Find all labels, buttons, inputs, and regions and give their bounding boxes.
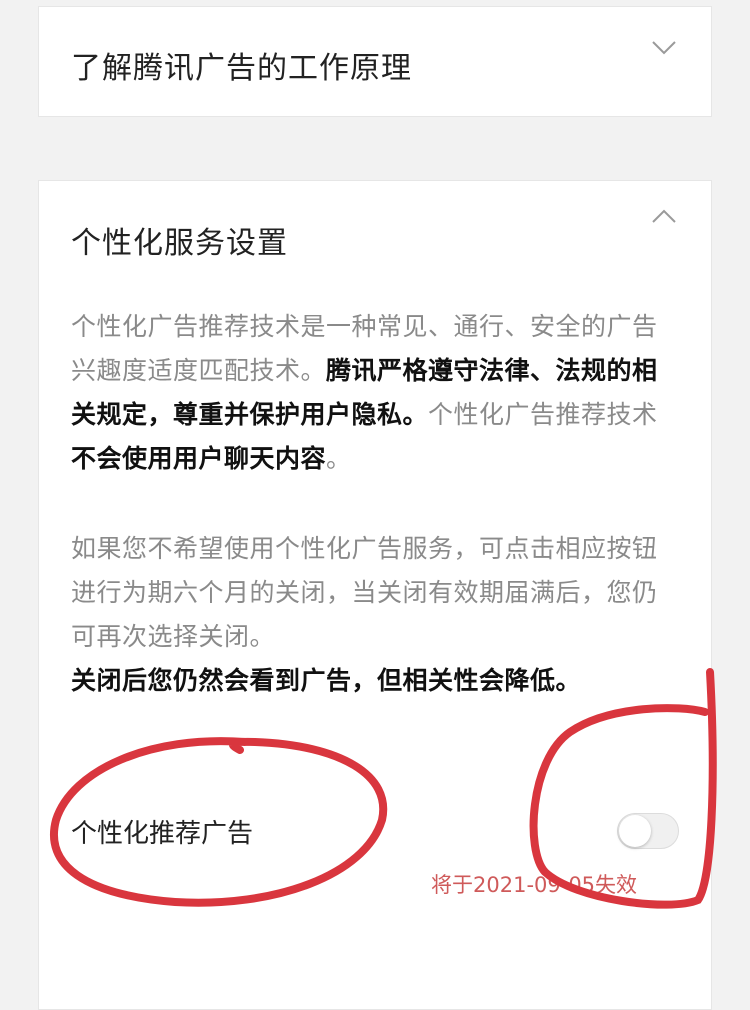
description-text-c: 个性化广告推荐技术 xyxy=(428,400,658,429)
section-title-personalization: 个性化服务设置 xyxy=(71,226,288,261)
section-personalization-settings: 个性化服务设置 个性化广告推荐技术是一种常见、通行、安全的广告兴趣度适度匹配技术… xyxy=(38,180,712,1010)
expire-date-note: 将于2021-09-05失效 xyxy=(431,873,638,897)
section-how-tencent-ads-work[interactable]: 了解腾讯广告的工作原理 xyxy=(38,6,712,117)
personalization-description: 个性化广告推荐技术是一种常见、通行、安全的广告兴趣度适度匹配技术。腾讯严格遵守法… xyxy=(71,305,681,481)
opt-out-explanation: 如果您不希望使用个性化广告服务，可点击相应按钮进行为期六个月的关闭，当关闭有效期… xyxy=(71,534,658,651)
chevron-down-icon[interactable] xyxy=(651,39,677,57)
opt-out-warning: 关闭后您仍然会看到广告，但相关性会降低。 xyxy=(71,666,582,695)
personalized-ads-toggle-label: 个性化推荐广告 xyxy=(71,819,254,849)
description-text-e: 。 xyxy=(326,444,352,473)
section-title-how-it-works: 了解腾讯广告的工作原理 xyxy=(71,51,412,86)
personalized-ads-toggle[interactable] xyxy=(617,813,679,849)
chevron-up-icon[interactable] xyxy=(651,207,677,225)
toggle-knob xyxy=(619,815,651,847)
description-bold-no-chat: 不会使用用户聊天内容 xyxy=(71,444,327,473)
